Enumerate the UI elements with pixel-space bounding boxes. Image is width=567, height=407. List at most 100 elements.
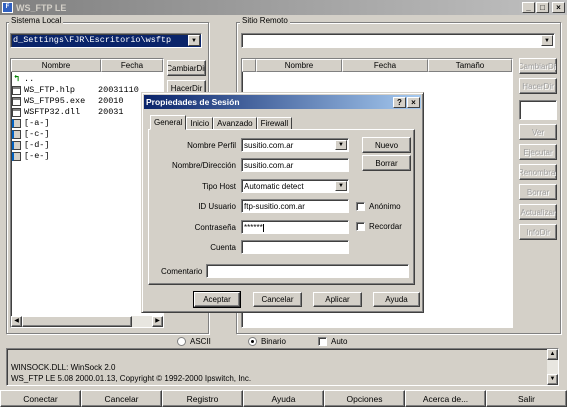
opciones-button[interactable]: Opciones (324, 390, 405, 407)
chevron-down-icon[interactable]: ▼ (335, 181, 347, 191)
chevron-down-icon[interactable]: ▼ (541, 35, 553, 46)
recordar-label: Recordar (369, 222, 402, 231)
direccion-label: Nombre/Dirección (171, 161, 236, 170)
dialog-close-button[interactable]: × (407, 96, 420, 108)
remote-infodir-button[interactable]: InfoDir (519, 224, 557, 240)
log-vscroll[interactable]: ▲ ▼ (547, 349, 558, 385)
drive-icon (12, 141, 21, 150)
salir-button[interactable]: Salir (486, 390, 567, 407)
file-name: WSFTP32.dll (24, 107, 81, 117)
cancelar-button[interactable]: Cancelar (81, 390, 162, 407)
remote-path-dropdown[interactable]: ▼ (241, 33, 555, 48)
aceptar-button[interactable]: Aceptar (193, 291, 241, 308)
dialog-ayuda-button[interactable]: Ayuda (373, 292, 420, 307)
remote-hacerdir-button[interactable]: HacerDir (519, 78, 557, 94)
close-button[interactable]: × (552, 2, 565, 13)
window-title: WS_FTP LE (16, 2, 67, 13)
remote-borrar-button[interactable]: Borrar (519, 184, 557, 200)
list-item[interactable]: [-c-] (12, 129, 162, 140)
remote-col-nombre[interactable]: Nombre (256, 59, 342, 72)
drive-icon (12, 119, 21, 128)
chevron-down-icon[interactable]: ▼ (335, 140, 347, 150)
host-value: Automatic detect (244, 182, 304, 191)
scroll-down-button[interactable]: ▼ (547, 374, 558, 385)
remote-renombrar-button[interactable]: Renombrar (519, 164, 557, 180)
file-date: 20010 (98, 96, 124, 106)
direccion-field[interactable]: susitio.com.ar (241, 158, 349, 172)
anonimo-label: Anónimo (369, 202, 401, 211)
list-item[interactable]: [-d-] (12, 140, 162, 151)
list-item[interactable]: [-a-] (12, 118, 162, 129)
up-arrow-icon: ↰ (13, 74, 20, 84)
dialog-help-button[interactable]: ? (393, 96, 406, 108)
file-name: [-c-] (24, 129, 50, 139)
remote-ejecutar-button[interactable]: Ejecutar (519, 144, 557, 160)
list-item[interactable]: [-e-] (12, 151, 162, 162)
maximize-button[interactable]: □ (536, 2, 549, 13)
local-path-value: d_Settings\FJR\Escritorio\wsftp (13, 35, 172, 45)
usuario-label: ID Usuario (198, 202, 236, 211)
borrar-profile-button[interactable]: Borrar (362, 155, 411, 171)
list-item[interactable]: WS_FTP95.exe 20010 (12, 96, 162, 107)
local-col-nombre[interactable]: Nombre (11, 59, 101, 72)
anonimo-checkbox[interactable] (356, 202, 365, 211)
local-hscroll-thumb[interactable] (22, 316, 132, 327)
registro-button[interactable]: Registro (162, 390, 243, 407)
comentario-field[interactable] (206, 264, 409, 278)
text-cursor (262, 223, 264, 232)
log-line-2: WS_FTP LE 5.08 2000.01.13, Copyright © 1… (11, 374, 252, 383)
scroll-left-button[interactable]: ◀ (11, 316, 22, 327)
file-date: 20031 (98, 107, 124, 117)
list-item[interactable]: WSFTP32.dll 20031 (12, 107, 162, 118)
app-icon: F (2, 2, 13, 13)
tab-general[interactable]: General (150, 115, 187, 130)
aplicar-button[interactable]: Aplicar (313, 292, 362, 307)
local-hscroll[interactable]: ◀ ▶ (11, 316, 163, 327)
dialog-title-bar[interactable]: Propiedades de Sesión ? × (144, 95, 421, 109)
remote-ver-button[interactable]: Ver (519, 124, 557, 140)
perfil-dropdown[interactable]: susitio.com.ar ▼ (241, 138, 349, 152)
nuevo-button[interactable]: Nuevo (362, 137, 411, 153)
dialog-tab-strip: General Inicio Avanzado Firewall (150, 114, 293, 130)
remote-col-tamano[interactable]: Tamaño (428, 59, 512, 72)
chevron-down-icon[interactable]: ▼ (188, 35, 200, 46)
remote-col-fecha[interactable]: Fecha (342, 59, 428, 72)
auto-checkbox[interactable] (318, 337, 327, 346)
auto-label: Auto (331, 337, 348, 346)
usuario-field[interactable]: ftp-susitio.com.ar (241, 199, 349, 213)
comentario-label: Comentario (161, 267, 203, 276)
conectar-button[interactable]: Conectar (0, 390, 81, 407)
cuenta-field[interactable] (241, 240, 349, 254)
local-group-label: Sistema Local (9, 16, 64, 25)
binario-radio[interactable] (248, 337, 257, 346)
perfil-value: susitio.com.ar (244, 141, 294, 150)
remote-group-label: Sitio Remoto (240, 16, 290, 25)
acerca-de-button[interactable]: Acerca de... (405, 390, 486, 407)
host-dropdown[interactable]: Automatic detect ▼ (241, 179, 349, 193)
main-title-bar[interactable]: F WS_FTP LE _ □ × (0, 0, 567, 15)
log-area[interactable]: WINSOCK.DLL: WinSock 2.0 WS_FTP LE 5.08 … (6, 348, 559, 386)
ascii-radio[interactable] (177, 337, 186, 346)
file-icon (12, 86, 21, 95)
file-icon (12, 108, 21, 117)
minimize-button[interactable]: _ (522, 2, 535, 13)
file-icon (12, 97, 21, 106)
dialog-title: Propiedades de Sesión (146, 97, 240, 107)
ayuda-button[interactable]: Ayuda (243, 390, 324, 407)
list-item[interactable]: ↰.. (12, 74, 162, 85)
scroll-right-button[interactable]: ▶ (152, 316, 163, 327)
file-name: .. (24, 74, 35, 84)
scroll-up-button[interactable]: ▲ (547, 349, 558, 360)
local-cambiardir-button[interactable]: CambiarDir (167, 60, 206, 76)
remote-actualizar-button[interactable]: Actualizar (519, 204, 557, 220)
remote-blank-field[interactable] (519, 100, 557, 120)
remote-cambiardir-button[interactable]: CambiarDir (519, 58, 557, 74)
contrasena-field[interactable]: ****** (241, 220, 349, 234)
list-item[interactable]: WS_FTP.hlp 20031110 (12, 85, 162, 96)
binario-label: Binario (261, 337, 286, 346)
local-col-fecha[interactable]: Fecha (101, 59, 163, 72)
dialog-cancelar-button[interactable]: Cancelar (253, 292, 302, 307)
file-name: [-a-] (24, 118, 50, 128)
recordar-checkbox[interactable] (356, 222, 365, 231)
local-path-dropdown[interactable]: d_Settings\FJR\Escritorio\wsftp ▼ (10, 33, 202, 48)
